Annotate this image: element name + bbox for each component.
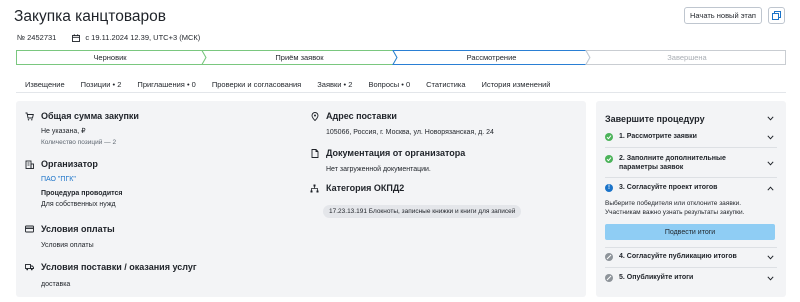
- step-item-fill-params[interactable]: 2. Заполните дополнительные параметры за…: [605, 154, 777, 172]
- tab-checks[interactable]: Проверки и согласования: [212, 80, 301, 89]
- hierarchy-icon: [310, 184, 319, 193]
- procedure-date-text: с 19.11.2024 12.39, UTC+3 (МСК): [85, 33, 201, 42]
- divider: [605, 247, 777, 248]
- organizer-section: Организатор ПАО "ПГК" Процедура проводит…: [25, 159, 122, 208]
- organizer-link[interactable]: ПАО "ПГК": [41, 176, 122, 183]
- positions-count: Количество позиций — 2: [41, 139, 117, 146]
- step-draft: Черновик: [93, 53, 127, 62]
- payment-title: Условия оплаты: [41, 224, 115, 234]
- procedure-number: № 2452731: [17, 33, 57, 42]
- start-new-stage-button[interactable]: Начать новый этап: [684, 7, 762, 24]
- step-description-line-2: Участникам важно узнать результаты закуп…: [605, 209, 745, 216]
- address-section: Адрес поставки 105066, Россия, г. Москва…: [310, 111, 494, 136]
- delivery-terms-section: Условия поставки / оказания услуг достав…: [25, 262, 197, 288]
- procedure-date: с 19.11.2024 12.39, UTC+3 (МСК): [72, 33, 200, 42]
- divider: [605, 147, 777, 148]
- card-icon: [25, 225, 34, 233]
- docs-value: Нет загруженной документации.: [326, 166, 431, 173]
- chevron-down-icon[interactable]: [767, 116, 774, 121]
- step-item-label: 1. Рассмотрите заявки: [619, 133, 697, 140]
- copy-button[interactable]: [768, 7, 785, 24]
- cart-icon: [25, 112, 34, 121]
- okpd-section: Категория ОКПД2 17.23.13.191 Блокноты, з…: [310, 183, 522, 218]
- chevron-down-icon[interactable]: [767, 135, 774, 140]
- step-item-label: 5. Опубликуйте итоги: [619, 274, 694, 281]
- procedure-value: Для собственных нужд: [41, 201, 116, 208]
- address-value: 105066, Россия, г. Москва, ул. Новорязан…: [326, 129, 494, 136]
- chevron-up-icon[interactable]: [767, 186, 774, 191]
- procedure-label: Процедура проводится: [41, 190, 123, 197]
- truck-icon: [25, 263, 34, 271]
- docs-section: Документация от организатора Нет загруже…: [310, 148, 465, 173]
- step-item-review-bids[interactable]: 1. Рассмотрите заявки: [605, 133, 777, 141]
- procedure-details-panel: Общая сумма закупки Не указана, ₽ Количе…: [16, 101, 586, 297]
- tab-bids[interactable]: Заявки • 2: [317, 80, 352, 89]
- step-reception: Приём заявок: [275, 53, 324, 62]
- copy-icon: [772, 11, 781, 20]
- address-title: Адрес поставки: [326, 111, 397, 121]
- lock-icon: [605, 274, 613, 282]
- docs-title: Документация от организатора: [326, 148, 466, 158]
- procedure-stepper: Черновик Приём заявок Рассмотрение Завер…: [16, 50, 786, 65]
- step-description-line-1: Выберите победителя или отклоните заявки…: [605, 200, 742, 207]
- tabs-divider: [16, 92, 786, 93]
- tab-invitations[interactable]: Приглашения • 0: [137, 80, 195, 89]
- step-item-label: 4. Согласуйте публикацию итогов: [619, 253, 737, 260]
- chevron-down-icon[interactable]: [767, 255, 774, 260]
- check-icon: [605, 133, 613, 141]
- step-item-approve-draft[interactable]: ! 3. Согласуйте проект итогов: [605, 184, 777, 192]
- tab-statistics[interactable]: Статистика: [426, 80, 465, 89]
- chevron-down-icon[interactable]: [767, 276, 774, 281]
- step-item-approve-publication[interactable]: 4. Согласуйте публикацию итогов: [605, 253, 777, 261]
- complete-procedure-panel: Завершите процедуру 1. Рассмотрите заявк…: [596, 101, 786, 297]
- page-title: Закупка канцтоваров: [14, 8, 167, 25]
- okpd-chip: 17.23.13.191 Блокноты, записные книжки и…: [323, 205, 522, 218]
- step-item-publish-results[interactable]: 5. Опубликуйте итоги: [605, 274, 777, 282]
- delivery-terms-title: Условия поставки / оказания услуг: [41, 262, 197, 272]
- chevron-down-icon[interactable]: [767, 161, 774, 166]
- total-title: Общая сумма закупки: [41, 111, 139, 121]
- document-icon: [310, 148, 319, 158]
- okpd-title: Категория ОКПД2: [326, 183, 405, 193]
- total-section: Общая сумма закупки Не указана, ₽ Количе…: [25, 111, 139, 146]
- tab-positions[interactable]: Позиции • 2: [81, 80, 122, 89]
- payment-section: Условия оплаты Условия оплаты: [25, 224, 115, 249]
- procedure-meta: № 2452731 с 19.11.2024 12.39, UTC+3 (МСК…: [17, 33, 200, 42]
- step-item-label: 3. Согласуйте проект итогов: [619, 184, 718, 191]
- info-icon: !: [605, 184, 613, 192]
- calendar-icon: [72, 33, 81, 42]
- tab-notice[interactable]: Извещение: [25, 80, 65, 89]
- divider: [605, 177, 777, 178]
- tab-questions[interactable]: Вопросы • 0: [368, 80, 410, 89]
- step-description: Выберите победителя или отклоните заявки…: [605, 199, 744, 217]
- building-icon: [25, 160, 34, 169]
- organizer-title: Организатор: [41, 159, 98, 169]
- lock-icon: [605, 253, 613, 261]
- divider: [605, 267, 777, 268]
- summarize-results-button[interactable]: Подвести итоги: [605, 224, 775, 240]
- step-completed: Завершена: [667, 53, 707, 62]
- delivery-terms-value: доставка: [41, 281, 71, 288]
- check-icon: [605, 155, 613, 163]
- payment-value: Условия оплаты: [41, 242, 94, 249]
- total-value: Не указана, ₽: [41, 128, 86, 135]
- complete-procedure-title: Завершите процедуру: [605, 114, 705, 124]
- tabs-bar: Извещение Позиции • 2 Приглашения • 0 Пр…: [16, 75, 566, 93]
- tab-history[interactable]: История изменений: [482, 80, 551, 89]
- location-pin-icon: [310, 111, 319, 121]
- step-review: Рассмотрение: [466, 53, 517, 62]
- step-item-label: 2. Заполните дополнительные параметры за…: [619, 155, 726, 171]
